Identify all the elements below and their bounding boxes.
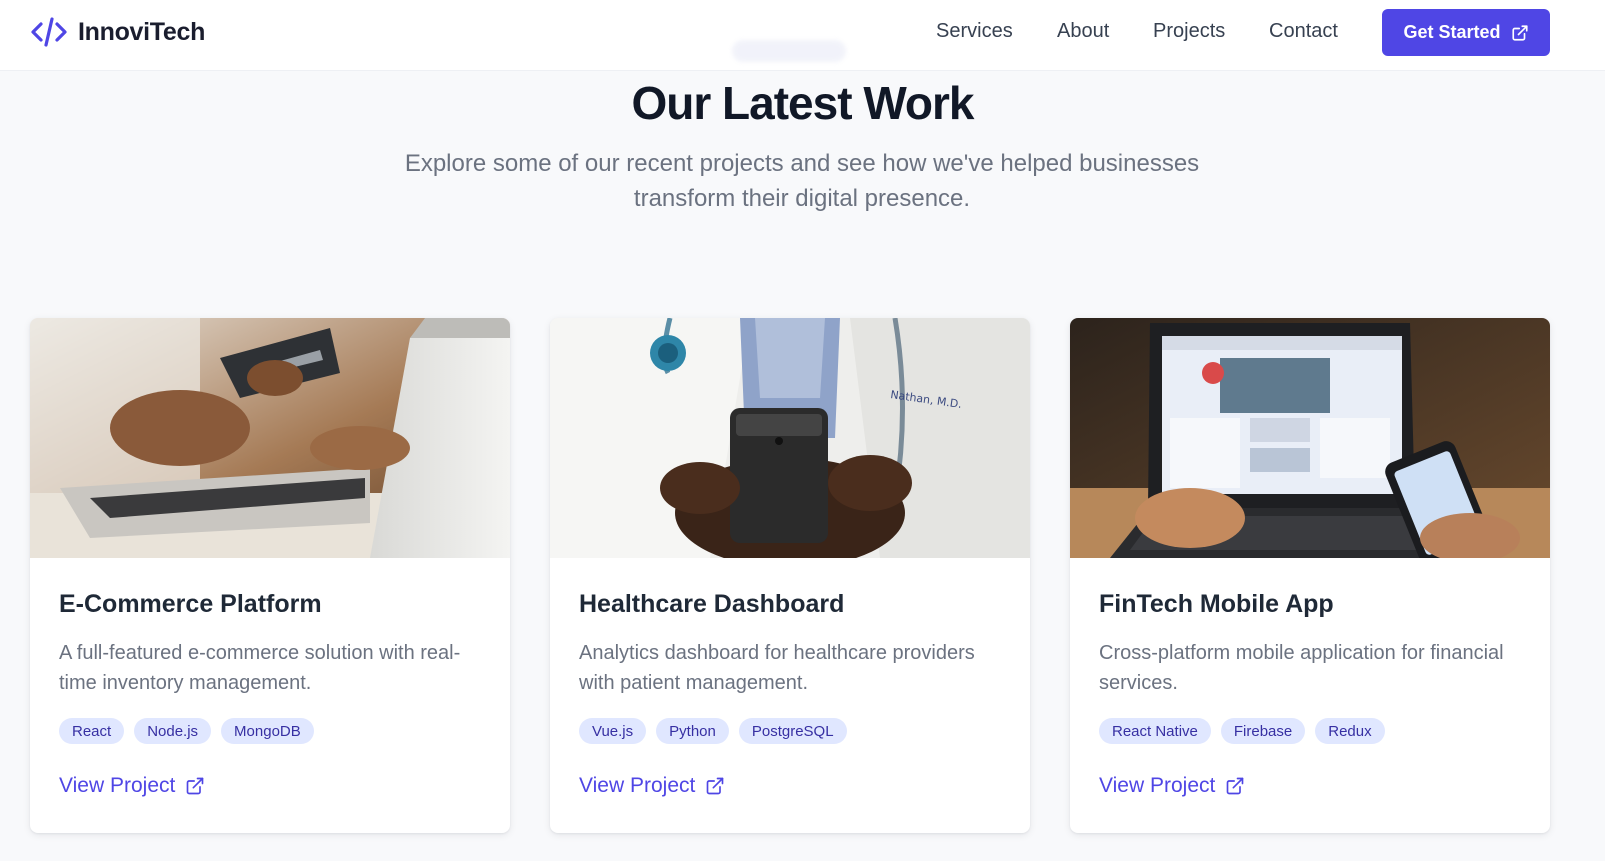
view-project-label: View Project	[1099, 774, 1216, 797]
brand-name: InnoviTech	[78, 17, 206, 46]
section-title: Our Latest Work	[631, 77, 975, 129]
project-image-ecommerce	[30, 318, 510, 558]
tech-tag: PostgreSQL	[738, 718, 847, 744]
project-card-ecommerce: E-Commerce Platform A full-featured e-co…	[30, 318, 510, 833]
nav-link-contact[interactable]: Contact	[1269, 20, 1338, 43]
tech-tag: Vue.js	[579, 718, 647, 744]
project-title: Healthcare Dashboard	[579, 590, 845, 618]
external-link-icon	[1511, 24, 1528, 41]
tech-tag: Redux	[1315, 718, 1385, 744]
doctor-holding-phone-image: Nathan, M.D.	[550, 318, 1030, 558]
project-card-healthcare: Nathan, M.D. Healthcare Dashboard Analyt…	[550, 318, 1030, 833]
tech-tag: Python	[656, 718, 729, 744]
tech-tag: React	[59, 718, 125, 744]
tech-tag: React Native	[1099, 718, 1211, 744]
view-project-label: View Project	[59, 774, 176, 797]
view-project-link[interactable]: View Project	[579, 774, 725, 798]
project-title: E-Commerce Platform	[59, 590, 322, 618]
project-image-fintech	[1070, 318, 1550, 558]
view-project-link[interactable]: View Project	[59, 774, 205, 798]
top-navbar: InnoviTech Services About Projects Conta…	[0, 0, 1605, 71]
tech-tag-list: Vue.js Python PostgreSQL	[579, 718, 847, 744]
code-brackets-icon	[31, 17, 67, 47]
nav-link-projects[interactable]: Projects	[1153, 20, 1225, 43]
tech-tag-list: React Node.js MongoDB	[59, 718, 314, 744]
tech-tag-list: React Native Firebase Redux	[1099, 718, 1385, 744]
view-project-label: View Project	[579, 774, 696, 797]
external-link-icon	[1227, 777, 1244, 795]
tech-tag: MongoDB	[221, 718, 314, 744]
faded-section-badge	[732, 40, 846, 62]
project-description: Analytics dashboard for healthcare provi…	[579, 642, 975, 694]
laptop-and-smartphone-image	[1070, 318, 1550, 558]
get-started-label: Get Started	[1403, 22, 1501, 42]
project-image-healthcare: Nathan, M.D.	[550, 318, 1030, 558]
project-title: FinTech Mobile App	[1099, 590, 1334, 618]
tech-tag: Node.js	[134, 718, 212, 744]
external-link-icon	[707, 777, 724, 795]
external-link-icon	[187, 777, 204, 795]
hands-laptop-credit-card-image	[30, 318, 510, 558]
get-started-button[interactable]: Get Started	[1382, 9, 1550, 56]
project-description: Cross-platform mobile application for fi…	[1099, 642, 1504, 694]
brand-logo[interactable]: InnoviTech	[30, 16, 205, 48]
nav-link-services[interactable]: Services	[936, 20, 1013, 43]
view-project-link[interactable]: View Project	[1099, 774, 1245, 798]
project-description: A full-featured e-commerce solution with…	[59, 642, 461, 694]
section-subtitle: Explore some of our recent projects and …	[404, 150, 1200, 212]
project-card-fintech: FinTech Mobile App Cross-platform mobile…	[1070, 318, 1550, 833]
tech-tag: Firebase	[1220, 718, 1306, 744]
nav-link-about[interactable]: About	[1057, 20, 1109, 43]
